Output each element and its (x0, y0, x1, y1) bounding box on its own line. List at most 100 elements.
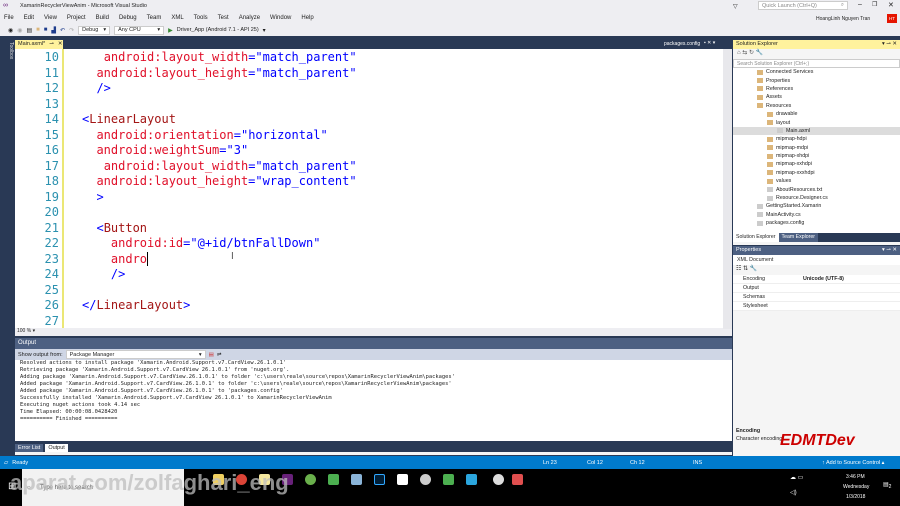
clear-all-icon[interactable]: ▤ (209, 352, 214, 358)
tree-item[interactable]: packages.config (733, 219, 900, 227)
app-icon-3[interactable] (443, 474, 454, 485)
avatar[interactable]: HT (887, 14, 897, 23)
menu-team[interactable]: Team (147, 15, 162, 21)
menu-edit[interactable]: Edit (24, 15, 34, 21)
tab-error-list[interactable]: Error List (15, 444, 44, 452)
tree-item[interactable]: mipmap-xxxhdpi (733, 169, 900, 177)
panel-controls-icon[interactable]: ▾ ⊸ ✕ (882, 247, 897, 254)
menu-build[interactable]: Build (96, 15, 109, 21)
code-line[interactable]: android:layout_height="wrap_content" (82, 174, 356, 188)
menu-analyze[interactable]: Analyze (239, 15, 260, 21)
code-line[interactable]: android:layout_height="match_parent" (82, 66, 356, 80)
minimize-button[interactable]: – (858, 1, 862, 8)
code-line[interactable]: <LinearLayout (82, 112, 176, 126)
menu-tools[interactable]: Tools (194, 15, 208, 21)
camtasia-icon[interactable] (512, 474, 523, 485)
clock-date[interactable]: 1/3/2018 (846, 494, 865, 500)
menu-view[interactable]: View (44, 15, 57, 21)
tree-item[interactable]: MainActivity.cs (733, 211, 900, 219)
open-icon[interactable]: ■ (36, 27, 40, 33)
forward-icon[interactable]: ◉ (17, 27, 22, 34)
property-row[interactable]: Output (733, 284, 900, 293)
skype-icon[interactable] (466, 474, 477, 485)
word-wrap-icon[interactable]: ⇌ (217, 352, 222, 358)
properties-object-select[interactable]: XML Document (733, 255, 900, 265)
tab-packages-config[interactable]: packages.config (664, 41, 700, 47)
close-button[interactable]: ✕ (888, 1, 894, 9)
tree-item[interactable]: References (733, 85, 900, 93)
tree-item[interactable]: values (733, 177, 900, 185)
code-line[interactable]: android:orientation="horizontal" (82, 128, 327, 142)
home-icon[interactable]: ⌂ (737, 50, 741, 56)
tree-item[interactable]: Resources (733, 102, 900, 110)
code-line[interactable]: /> (82, 267, 125, 281)
code-line[interactable]: android:layout_width="match_parent" (82, 50, 357, 64)
save-all-icon[interactable]: ▟ (51, 27, 56, 34)
categorized-icon[interactable]: ☷ (736, 266, 741, 272)
code-line[interactable]: <Button (82, 221, 147, 235)
code-line[interactable]: android:weightSum="3" (82, 143, 248, 157)
redo-icon[interactable]: ↷ (69, 27, 74, 34)
tree-item[interactable]: Assets (733, 93, 900, 101)
notepad-icon[interactable] (351, 474, 362, 485)
play-icon[interactable]: ▶ (168, 27, 173, 34)
menu-help[interactable]: Help (301, 15, 313, 21)
tree-item[interactable]: Main.axml (733, 126, 900, 136)
panel-controls-icon[interactable]: ▾ ⊸ ✕ (882, 41, 897, 48)
properties-icon[interactable]: 🔧 (756, 50, 763, 56)
code-line[interactable]: android:layout_width="match_parent" (82, 159, 357, 173)
menu-window[interactable]: Window (270, 15, 291, 21)
android-icon[interactable] (305, 474, 316, 485)
toolbox-tab[interactable]: Toolbox (0, 36, 14, 456)
tree-item[interactable]: layout (733, 118, 900, 126)
back-icon[interactable]: ◉ (8, 27, 13, 34)
tree-item[interactable]: mipmap-xxhdpi (733, 160, 900, 168)
tree-item[interactable]: GettingStarted.Xamarin (733, 202, 900, 210)
refresh-icon[interactable]: ↻ (749, 50, 754, 56)
tree-item[interactable]: mipmap-hdpi (733, 135, 900, 143)
tree-item[interactable]: Properties (733, 76, 900, 84)
tab-output[interactable]: Output (45, 444, 68, 452)
output-source-select[interactable]: Package Manager ▾ (65, 350, 206, 359)
photoshop-icon[interactable] (374, 474, 385, 485)
run-button[interactable]: Driver_App (Android 7.1 - API 25) (177, 27, 259, 33)
property-row[interactable]: Encoding Unicode (UTF-8) (733, 275, 900, 284)
dropdown-icon[interactable]: ▾ (263, 27, 266, 34)
editor-scrollbar[interactable] (723, 49, 732, 329)
restore-button[interactable]: ❐ (872, 1, 877, 8)
tree-item[interactable]: AboutResources.txt (733, 185, 900, 193)
app-icon[interactable] (328, 474, 339, 485)
code-line[interactable]: android:id="@+id/btnFallDown" (82, 236, 321, 250)
notifications-icon[interactable]: ▤2 (883, 481, 891, 490)
menu-test[interactable]: Test (218, 15, 229, 21)
photos-icon[interactable] (397, 474, 408, 485)
wrench-icon[interactable]: 🔧 (750, 266, 757, 272)
tree-item[interactable]: mipmap-mdpi (733, 144, 900, 152)
app-icon-2[interactable] (420, 474, 431, 485)
tree-item[interactable]: Connected Services (733, 68, 900, 76)
app-icon-4[interactable] (493, 474, 504, 485)
platform-select[interactable]: Any CPU ▾ (114, 25, 165, 35)
quick-launch-input[interactable]: Quick Launch (Ctrl+Q) ⌕ (758, 1, 848, 10)
undo-icon[interactable]: ↶ (60, 27, 65, 34)
code-line[interactable]: > (82, 190, 103, 204)
sync-icon[interactable]: ⇆ (742, 50, 747, 56)
code-editor[interactable]: 10 android:layout_width="match_parent" 11… (15, 49, 732, 336)
save-icon[interactable]: ■ (44, 27, 48, 33)
filter-icon[interactable]: ▽ (733, 3, 738, 10)
tray-icons[interactable]: ☁ ▭ (790, 474, 803, 481)
tab-main-axml[interactable]: Main.axml* ⊸ ✕ (15, 40, 63, 49)
add-to-source-control-button[interactable]: ↑ Add to Source Control ▴ (822, 460, 884, 466)
code-line[interactable]: andro (82, 251, 149, 266)
tree-item[interactable]: mipmap-xhdpi (733, 152, 900, 160)
menu-file[interactable]: File (4, 15, 14, 21)
code-line[interactable]: /> (82, 81, 110, 95)
property-row[interactable]: Stylesheet (733, 302, 900, 311)
volume-icon[interactable]: ◁) (790, 489, 797, 496)
new-project-icon[interactable]: ▤ (27, 27, 33, 34)
tree-item[interactable]: Resource.Designer.cs (733, 194, 900, 202)
solution-search-input[interactable]: Search Solution Explorer (Ctrl+;) (733, 59, 900, 68)
property-row[interactable]: Schemas (733, 293, 900, 302)
menu-xml[interactable]: XML (171, 15, 183, 21)
user-name[interactable]: HoangLinh Nguyen Tran (816, 16, 870, 22)
